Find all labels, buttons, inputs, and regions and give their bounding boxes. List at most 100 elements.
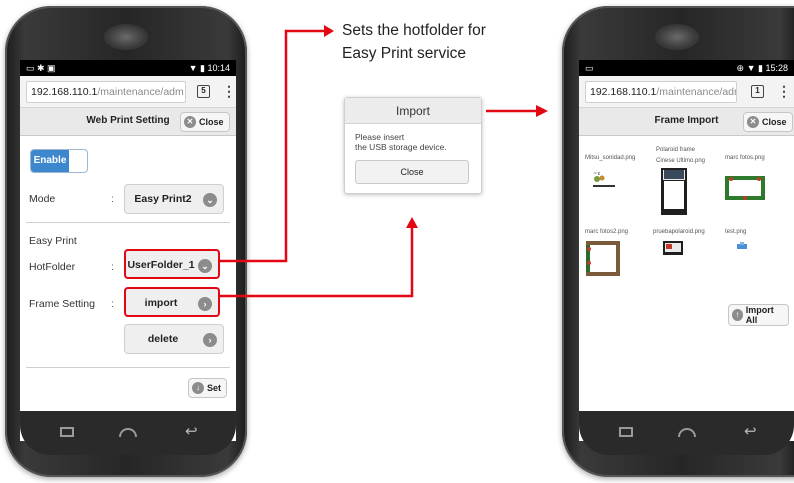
frame-thumbnail[interactable] xyxy=(586,241,620,276)
caption-line-2: Easy Print service xyxy=(342,45,467,62)
svg-text:~ɤ: ~ɤ xyxy=(593,171,600,177)
phone-nav-bar: ↩ xyxy=(20,411,236,455)
enable-toggle[interactable]: Enable xyxy=(30,149,88,173)
frame-name-line-2: Cinese Ultimo.png xyxy=(656,158,706,164)
home-icon[interactable] xyxy=(678,428,696,437)
section-title: Easy Print xyxy=(29,235,77,247)
mode-label: Mode xyxy=(29,193,56,205)
hotfolder-label: HotFolder xyxy=(29,261,76,273)
status-bar: ▭ ✱ ▣ ▼ ▮ 10:14 xyxy=(20,60,236,76)
chevron-right-icon: › xyxy=(198,297,212,311)
import-arrow xyxy=(219,228,414,298)
close-label: Close xyxy=(762,117,787,127)
close-button[interactable]: ✕ Close xyxy=(180,112,230,132)
status-time: 10:14 xyxy=(207,63,230,73)
set-label: Set xyxy=(207,383,222,393)
popup-arrowhead xyxy=(536,105,548,117)
set-button[interactable]: ↓ Set xyxy=(188,378,228,398)
close-label: Close xyxy=(199,117,224,127)
phone-earpiece xyxy=(104,24,148,50)
frame-thumbnail[interactable] xyxy=(737,242,747,250)
hotfolder-arrowhead xyxy=(324,25,334,37)
popup-message-line-1: Please insert xyxy=(355,132,405,142)
frame-name-line-1: Polaroid frame xyxy=(656,147,696,153)
caption: Sets the hotfolder for Easy Print servic… xyxy=(342,19,486,65)
frame-name: test.png xyxy=(725,229,747,235)
frame-thumbnail[interactable] xyxy=(661,168,687,215)
arrow-up-icon: ↑ xyxy=(732,309,743,321)
back-icon[interactable]: ↩ xyxy=(185,423,198,441)
status-time: 15:28 xyxy=(765,63,788,73)
recent-apps-icon[interactable] xyxy=(619,427,633,437)
frame-name: marc fotos.png xyxy=(725,155,765,161)
status-right: ⊕ ▼ ▮ 15:28 xyxy=(737,60,788,76)
frame-setting-label: Frame Setting xyxy=(29,298,95,310)
overflow-menu-icon[interactable]: ⋮ xyxy=(777,84,791,98)
import-button[interactable]: import › xyxy=(124,287,220,317)
import-label: import xyxy=(144,297,178,309)
chevron-down-icon: ⌄ xyxy=(198,259,212,273)
import-all-button[interactable]: ↑ Import All xyxy=(728,304,789,326)
frame-name: Mitsu_sonidad.png xyxy=(585,155,636,161)
tabs-count-button[interactable]: 1 xyxy=(751,85,764,98)
delete-label: delete xyxy=(147,333,179,345)
import-all-label: Import All xyxy=(745,305,774,325)
frame-setting-colon: : xyxy=(111,298,114,310)
page-header: Web Print Setting ✕ Close xyxy=(20,108,236,136)
phone-right-screen: ▭ ⊕ ▼ ▮ 15:28 192.168.110.1/maintenance/… xyxy=(579,60,794,441)
footer-divider xyxy=(26,367,230,368)
address-bar: 192.168.110.1/maintenance/adm 1 ⋮ xyxy=(579,76,794,108)
hotfolder-select[interactable]: UserFolder_1 ⌄ xyxy=(124,249,220,279)
phone-earpiece xyxy=(655,24,699,50)
url-host: 192.168.110.1 xyxy=(31,86,98,98)
status-left-icons: ▭ xyxy=(585,63,594,73)
status-left-icons: ▭ ✱ ▣ xyxy=(26,63,56,73)
phone-left-screen: ▭ ✱ ▣ ▼ ▮ 10:14 192.168.110.1/maintenanc… xyxy=(20,60,236,441)
back-icon[interactable]: ↩ xyxy=(744,423,757,441)
import-popup: Import Please insert the USB storage dev… xyxy=(344,97,482,194)
home-icon[interactable] xyxy=(119,428,137,437)
page-header: Frame Import ✕ Close xyxy=(579,108,794,136)
popup-title: Import xyxy=(345,98,481,124)
hotfolder-value: UserFolder_1 xyxy=(127,259,195,271)
phone-right: ▭ ⊕ ▼ ▮ 15:28 192.168.110.1/maintenance/… xyxy=(562,6,794,477)
recent-apps-icon[interactable] xyxy=(60,427,74,437)
url-host: 192.168.110.1 xyxy=(590,86,657,98)
mode-colon: : xyxy=(111,193,114,205)
close-button[interactable]: ✕ Close xyxy=(743,112,793,132)
close-icon: ✕ xyxy=(747,116,759,128)
section-divider xyxy=(26,222,230,223)
frame-name: pruebapolaroid.png xyxy=(653,229,705,235)
import-arrowhead xyxy=(406,217,418,228)
url-field[interactable]: 192.168.110.1/maintenance/adm xyxy=(585,81,737,103)
arrow-down-icon: ↓ xyxy=(192,382,204,394)
url-field[interactable]: 192.168.110.1/maintenance/adm xyxy=(26,81,186,103)
status-right: ▼ ▮ 10:14 xyxy=(189,60,230,76)
frame-thumbnail[interactable] xyxy=(663,241,683,255)
phone-left: ▭ ✱ ▣ ▼ ▮ 10:14 192.168.110.1/maintenanc… xyxy=(5,6,247,477)
popup-message: Please insert the USB storage device. xyxy=(355,132,447,152)
frame-name: marc fotos2.png xyxy=(585,229,629,235)
overflow-menu-icon[interactable]: ⋮ xyxy=(222,84,236,98)
phone-nav-bar: ↩ xyxy=(579,411,794,455)
address-bar: 192.168.110.1/maintenance/adm 5 ⋮ xyxy=(20,76,236,108)
popup-close-button[interactable]: Close xyxy=(355,160,469,184)
url-path: /maintenance/adm xyxy=(97,86,184,98)
frame-name: Polaroid frame Cinese Ultimo.png xyxy=(656,147,705,165)
mode-select[interactable]: Easy Print2 ⌄ xyxy=(124,184,224,214)
hotfolder-colon: : xyxy=(111,261,114,273)
enable-label: Enable xyxy=(31,150,69,172)
url-path: /maintenance/adm xyxy=(656,86,737,98)
chevron-right-icon: › xyxy=(203,333,217,347)
caption-line-1: Sets the hotfolder for xyxy=(342,22,486,39)
popup-message-line-2: the USB storage device. xyxy=(355,142,447,152)
delete-button[interactable]: delete › xyxy=(124,324,224,354)
status-right-icons: ⊕ ▼ ▮ xyxy=(736,63,763,73)
status-right-icons: ▼ ▮ xyxy=(188,63,205,73)
status-bar: ▭ ⊕ ▼ ▮ 15:28 xyxy=(579,60,794,76)
chevron-down-icon: ⌄ xyxy=(203,193,217,207)
close-icon: ✕ xyxy=(184,116,196,128)
frame-thumbnail[interactable] xyxy=(725,176,765,200)
frame-thumbnail[interactable]: ~ɤ xyxy=(590,169,618,189)
tabs-count-button[interactable]: 5 xyxy=(197,85,210,98)
